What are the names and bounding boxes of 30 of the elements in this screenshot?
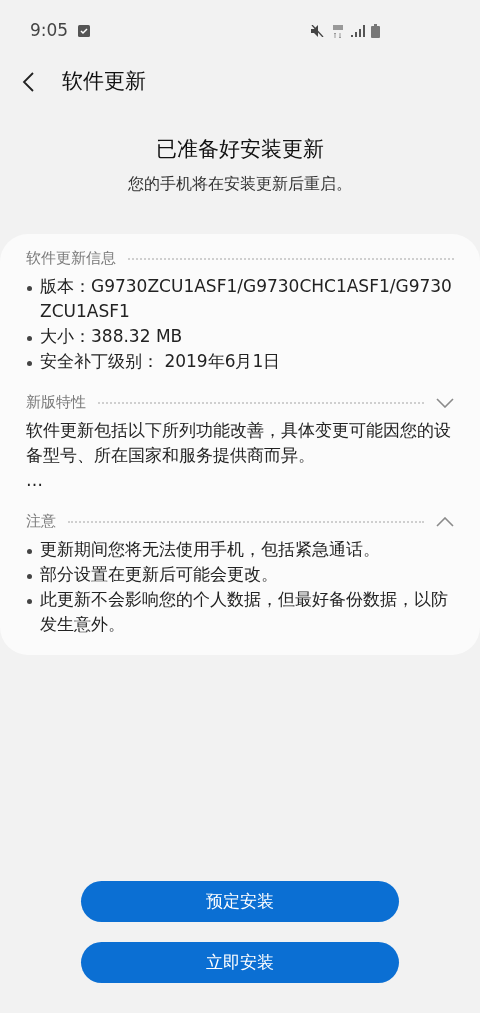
bullet-icon (27, 335, 32, 341)
list-item: 安全补丁级别： 2019年6月1日 (40, 349, 281, 373)
section-title: 软件更新信息 (26, 248, 116, 270)
bullet-icon (27, 598, 32, 604)
section-title: 新版特性 (26, 392, 86, 414)
bullet-icon (27, 573, 32, 579)
section-text: 软件更新包括以下所列功能改善，具体变更可能因您的设备型号、所在国家和服务提供商而异。 (26, 418, 452, 467)
chevron-down-icon[interactable] (436, 397, 454, 408)
list-item: 更新期间您将无法使用手机，包括紧急通话。 (40, 537, 380, 561)
install-button[interactable]: 预定安装 (81, 881, 399, 922)
signal-icon (351, 25, 365, 37)
list-item: 大小：388.32 MB (40, 324, 183, 348)
more-text: … (26, 468, 43, 492)
page-title: 软件更新 (62, 68, 146, 96)
ready-subtitle: 您的手机将在安装更新后重启。 (128, 172, 352, 195)
mute-icon (311, 25, 325, 37)
list-item: 版本：G9730ZCU1ASF1/G9730CHC1ASF1/G9730ZCU1ASF1 (40, 274, 453, 323)
status-time: 9:05 (30, 19, 69, 43)
battery-icon (371, 24, 380, 38)
checkbox-notification-icon (78, 25, 91, 37)
install-button[interactable]: 立即安装 (81, 942, 399, 983)
chevron-up-icon[interactable] (436, 516, 454, 527)
section-title: 注意 (26, 511, 56, 533)
ready-title: 已准备好安装更新 (156, 136, 324, 163)
list-item: 此更新不会影响您的个人数据，但最好备份数据，以防发生意外。 (40, 587, 449, 636)
back-icon[interactable] (22, 72, 34, 92)
bullet-icon (27, 360, 32, 366)
list-item: 部分设置在更新后可能会更改。 (40, 562, 278, 586)
bullet-icon (27, 548, 32, 554)
bullet-icon (27, 285, 32, 291)
